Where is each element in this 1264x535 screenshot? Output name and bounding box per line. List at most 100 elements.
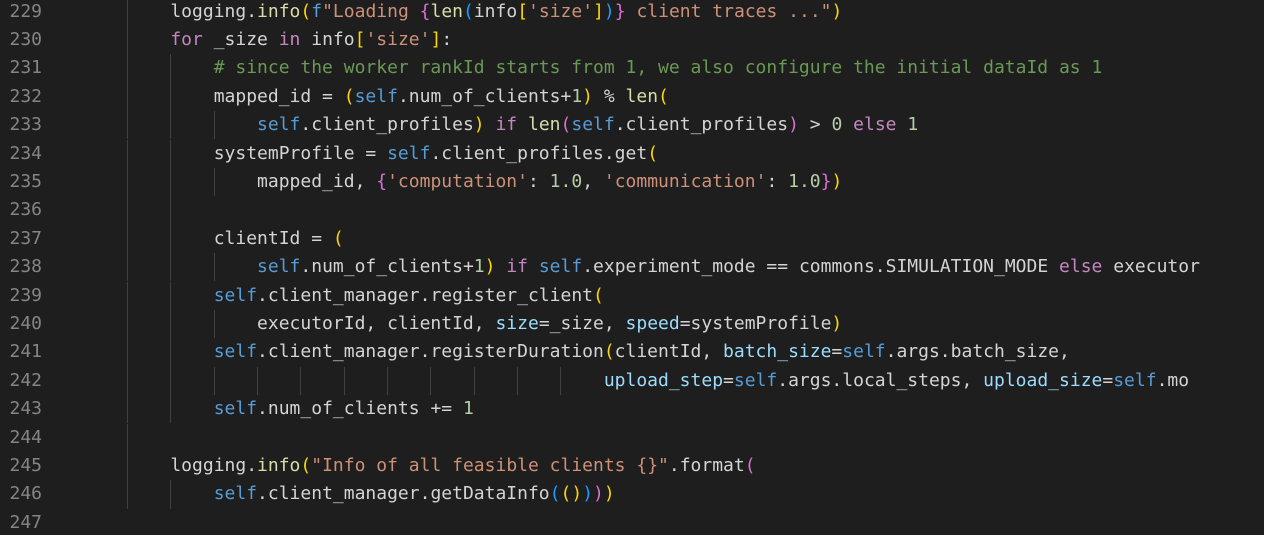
indent-guide: [127, 338, 128, 367]
code-token: len: [625, 85, 659, 107]
code-text: executorId, clientId, size=_size, speed=…: [257, 310, 842, 338]
indent-guide: [517, 366, 519, 396]
code-token: else: [853, 114, 897, 136]
code-token: =: [1102, 369, 1114, 391]
code-token: (): [560, 483, 583, 505]
code-token: len: [430, 0, 463, 22]
code-token: ): [582, 483, 594, 505]
indent-guide: [127, 451, 128, 481]
code-line[interactable]: 230 for _size in info['size']:: [0, 25, 1264, 55]
code-token: .args.local_steps,: [777, 369, 984, 391]
code-line[interactable]: 241 self.client_manager.registerDuration(…: [0, 338, 1264, 367]
code-token: .num_of_clients +=: [257, 398, 463, 420]
code-token: (: [300, 0, 312, 22]
code-line[interactable]: 242 upload_step=self.args.local_steps, up…: [0, 366, 1264, 396]
indent-guide: [170, 82, 172, 112]
code-text: mapped_id, {'computation': 1.0, 'communi…: [257, 168, 842, 196]
code-line[interactable]: 244: [0, 423, 1264, 452]
code-text: mapped_id = (self.num_of_clients+1) % le…: [214, 83, 669, 111]
indent-guide: [430, 366, 432, 396]
code-token: batch_size: [723, 341, 832, 363]
indent-guide: [170, 139, 172, 168]
code-line[interactable]: 233 self.client_profiles) if len(self.cli…: [0, 111, 1264, 140]
code-line[interactable]: 247: [0, 509, 1264, 535]
code-editor[interactable]: 229 logging.info(f"Loading {len(info['siz…: [0, 0, 1264, 535]
code-token: self: [1113, 369, 1157, 391]
code-token: speed: [625, 312, 680, 334]
code-token: (: [744, 454, 756, 476]
code-token: "Loading: [322, 0, 420, 22]
code-token: %: [593, 85, 626, 107]
code-line[interactable]: 243 self.num_of_clients += 1: [0, 395, 1264, 424]
code-token: self: [387, 142, 431, 164]
code-token: self: [733, 369, 778, 391]
code-token: ]: [430, 28, 442, 50]
code-token: mapped_id,: [257, 170, 377, 192]
indent-guide: [170, 309, 172, 339]
code-text: systemProfile = self.client_profiles.get…: [214, 140, 658, 168]
line-number: 239: [9, 284, 42, 306]
code-line[interactable]: 239 self.client_manager.register_client(: [0, 281, 1264, 310]
code-token: self: [354, 85, 398, 107]
code-token: f: [311, 0, 323, 22]
code-line[interactable]: 229 logging.info(f"Loading {len(info['siz…: [0, 0, 1264, 26]
code-token: 'size': [528, 0, 594, 22]
code-token: len: [528, 114, 561, 136]
code-text: clientId = (: [214, 225, 344, 253]
code-token: 1: [473, 256, 485, 278]
code-token: info: [257, 454, 301, 476]
line-number: 235: [9, 170, 42, 192]
code-token: .client_manager.register_client: [257, 284, 593, 306]
code-token: .client_profiles: [300, 114, 474, 136]
code-token: self: [571, 114, 615, 136]
code-token: {: [419, 0, 431, 22]
code-token: clientId,: [614, 341, 724, 363]
indent-guide: [127, 366, 128, 396]
code-text: # since the worker rankId starts from 1,…: [214, 54, 1103, 82]
code-token: mapped_id =: [213, 85, 344, 107]
code-token: (: [593, 284, 604, 306]
code-token: info: [473, 0, 518, 22]
code-line[interactable]: 231 # since the worker rankId starts from…: [0, 54, 1264, 83]
code-token: client traces ...": [625, 0, 832, 22]
code-line[interactable]: 246 self.client_manager.getDataInfo(()))): [0, 480, 1264, 509]
code-token: self: [213, 341, 258, 363]
code-token: [: [517, 0, 529, 22]
indent-guide: [387, 366, 389, 396]
code-line[interactable]: 240 executorId, clientId, size=_size, spe…: [0, 309, 1264, 339]
indent-guide: [170, 395, 172, 424]
code-line[interactable]: 236: [0, 196, 1264, 225]
indent-guide: [127, 25, 128, 55]
indent-guide: [213, 309, 215, 339]
code-token: (: [658, 85, 669, 107]
code-token: ): [473, 114, 485, 136]
code-text: self.client_manager.register_client(: [214, 282, 604, 310]
code-token: :: [441, 28, 453, 50]
code-token: 'size': [365, 28, 431, 50]
code-token: 1: [462, 398, 474, 420]
code-line[interactable]: 235 mapped_id, {'computation': 1.0, 'comm…: [0, 167, 1264, 197]
line-number: 241: [9, 341, 42, 363]
line-number: 233: [9, 114, 42, 136]
code-token: 'computation': [387, 170, 528, 192]
code-text: logging.info(f"Loading {len(info['size']…: [170, 0, 842, 26]
code-token: ): [831, 170, 843, 192]
code-line[interactable]: 238 self.num_of_clients+1) if self.experi…: [0, 253, 1264, 282]
code-token: self: [842, 341, 886, 363]
code-line[interactable]: 237 clientId = (: [0, 224, 1264, 254]
indent-guide: [257, 366, 259, 396]
code-token: =: [831, 341, 843, 363]
code-line[interactable]: 234 systemProfile = self.client_profiles.…: [0, 139, 1264, 168]
code-token: (: [343, 85, 355, 107]
line-number: 247: [9, 511, 42, 533]
code-token: (: [549, 483, 561, 505]
code-text: logging.info("Info of all feasible clien…: [170, 452, 755, 480]
code-token: self: [213, 284, 258, 306]
line-number: 229: [9, 0, 42, 22]
indent-guide: [213, 366, 215, 396]
indent-guide: [127, 196, 128, 225]
code-line[interactable]: 232 mapped_id = (self.num_of_clients+1) %…: [0, 82, 1264, 112]
code-line[interactable]: 245 logging.info("Info of all feasible cl…: [0, 451, 1264, 481]
